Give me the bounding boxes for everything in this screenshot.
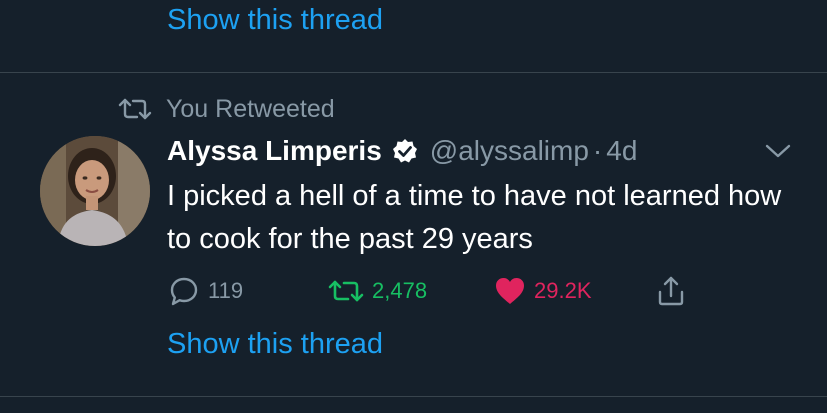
separator-dot: · bbox=[592, 135, 603, 166]
retweet-icon bbox=[118, 97, 152, 121]
display-name[interactable]: Alyssa Limperis bbox=[167, 135, 382, 167]
tweet-actions: 119 2,478 29.2K bbox=[0, 274, 827, 308]
heart-filled-icon bbox=[496, 278, 524, 304]
retweet-count: 2,478 bbox=[372, 278, 428, 303]
retweet-context: You Retweeted bbox=[118, 95, 335, 123]
show-thread-link-bottom[interactable]: Show this thread bbox=[167, 330, 383, 359]
tweet-divider-bottom bbox=[0, 396, 827, 397]
share-button[interactable] bbox=[655, 274, 687, 308]
retweet-button[interactable]: 2,478 bbox=[328, 274, 427, 308]
retweet-context-text: You Retweeted bbox=[166, 94, 335, 123]
more-options-chevron-down-icon[interactable] bbox=[764, 142, 792, 160]
retweet-active-icon bbox=[328, 280, 364, 302]
tweet-text: I picked a hell of a time to have not le… bbox=[167, 180, 782, 255]
tweet-header: Alyssa Limperis @alyssalimp · 4d bbox=[167, 134, 637, 168]
handle[interactable]: @alyssalimp bbox=[430, 135, 589, 167]
like-button[interactable]: 29.2K bbox=[494, 274, 592, 308]
reply-icon bbox=[170, 277, 198, 306]
verified-badge-icon bbox=[392, 138, 418, 164]
show-thread-link-top[interactable]: Show this thread bbox=[167, 6, 383, 35]
tweet-divider-top bbox=[0, 72, 827, 73]
share-icon bbox=[658, 276, 684, 306]
reply-count: 119 bbox=[208, 278, 244, 303]
like-count: 29.2K bbox=[534, 278, 592, 303]
reply-button[interactable]: 119 bbox=[168, 274, 243, 308]
timeline: Show this thread You Retweeted Alyssa Li… bbox=[0, 0, 827, 413]
timestamp[interactable]: 4d bbox=[606, 135, 637, 167]
avatar[interactable] bbox=[40, 136, 150, 246]
